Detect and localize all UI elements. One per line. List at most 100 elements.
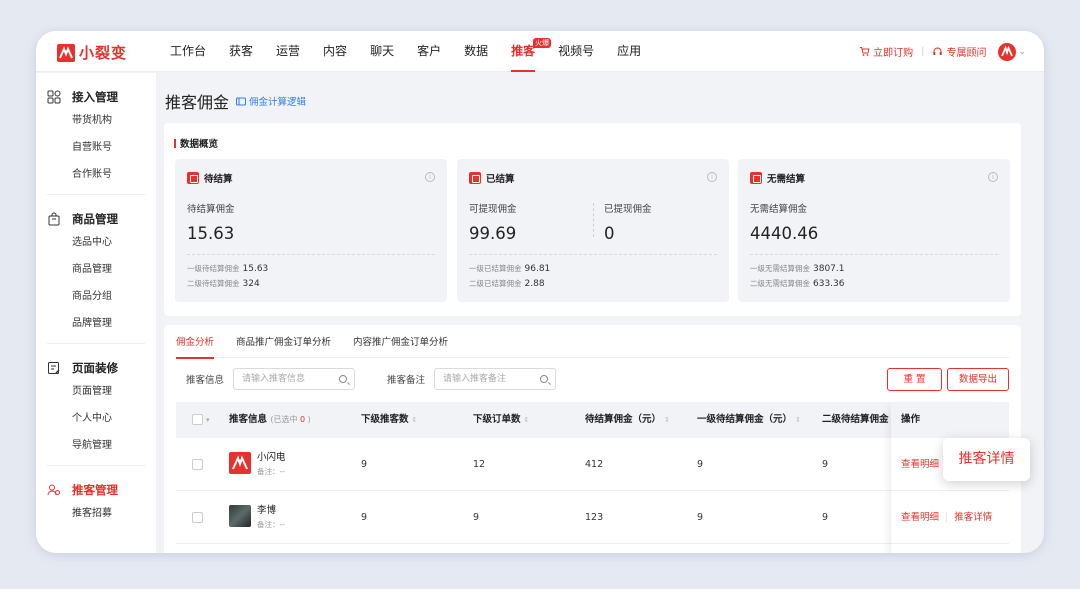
sidebar-item-agency[interactable]: 带货机构 [36,107,156,134]
app-window: 小裂变 工作台 获客 运营 内容 聊天 客户 数据 推客 火爆 视频号 应用 立… [36,31,1044,553]
ops-cell: 查看明细 [901,438,939,491]
stat-title: 无需结算 [767,171,805,185]
metric-value: 0 [604,224,652,243]
subscribe-link[interactable]: 立即订购 [859,44,913,59]
advisor-link[interactable]: 专属顾问 [932,44,986,59]
analysis-card: 佣金分析 商品推广佣金订单分析 内容推广佣金订单分析 推客信息 请输入推客信息 … [164,325,1021,553]
nav-item-promoter[interactable]: 推客 火爆 [511,31,535,72]
view-detail-link[interactable]: 查看明细 [901,512,939,523]
col-promoter-info-label: 推客信息 [229,414,267,425]
nav-item-promoter-label: 推客 [511,44,535,58]
nav-item-apps[interactable]: 应用 [617,31,641,72]
sort-icon[interactable]: ⇕ [795,416,801,424]
sidebar-group-access: 接入管理 带货机构 自营账号 合作账号 [36,73,156,195]
cell-sub-count: 9 [361,438,367,491]
tab-content-order-analysis[interactable]: 内容推广佣金订单分析 [353,325,448,358]
page-title: 推客佣金 [165,89,229,113]
calc-logic-link[interactable]: 佣金计算逻辑 [236,94,306,108]
nav-item-content[interactable]: 内容 [323,31,347,72]
sidebar-item-brand-manage[interactable]: 品牌管理 [36,310,156,337]
cell-level1: 9 [697,438,703,491]
sort-icon[interactable]: ⇕ [412,416,418,424]
cell-pending: 412 [585,438,603,491]
nav-item-data[interactable]: 数据 [464,31,488,72]
info-icon[interactable]: i [988,172,998,182]
metric: 已提现佣金 0 [604,201,652,243]
sub-stat-value: 633.36 [813,279,845,289]
row-checkbox[interactable] [192,512,203,523]
metric-value: 4440.46 [750,224,818,243]
sidebar-head-label: 接入管理 [72,89,118,105]
nav-item-acquire[interactable]: 获客 [229,31,253,72]
search-icon [339,375,347,383]
reset-button[interactable]: 重 置 [887,368,942,391]
sub-stat: 一级待结算佣金15.63 [187,263,268,274]
col-sub-orders[interactable]: 下级订单数⇕ [473,402,529,438]
nav-item-channels[interactable]: 视频号 [558,31,594,72]
overview-card: 数据概览 待结算 i 待结算佣金 15.63 一级待结算佣金15.63 二级待结… [164,123,1021,316]
sidebar-item-selection-center[interactable]: 选品中心 [36,229,156,256]
promoter-detail-link[interactable]: 推客详情 [954,512,992,523]
metric-label: 已提现佣金 [604,201,652,215]
sidebar-head-goods[interactable]: 商品管理 [36,209,156,229]
sidebar-head-promoter[interactable]: 推客管理 [36,480,156,500]
sidebar-item-page-manage[interactable]: 页面管理 [36,378,156,405]
analysis-tabs: 佣金分析 商品推广佣金订单分析 内容推广佣金订单分析 [176,325,1009,358]
sub-stat-label: 二级待结算佣金 [187,279,240,288]
subscribe-label: 立即订购 [873,44,913,59]
stat-box-no-settle: 无需结算 i 无需结算佣金 4440.46 一级无需结算佣金3807.1 二级无… [738,159,1010,302]
info-icon[interactable]: i [425,172,435,182]
sidebar-item-partner-account[interactable]: 合作账号 [36,161,156,188]
tab-goods-order-analysis[interactable]: 商品推广佣金订单分析 [236,325,331,358]
promoter-name: 小闪电 [257,452,286,464]
logo-icon [57,44,75,62]
promoter-note: 备注：-- [257,466,286,478]
stat-title: 待结算 [204,171,233,185]
row-checkbox[interactable] [192,459,203,470]
sub-stat: 一级无需结算佣金3807.1 [750,263,845,274]
promoter-text: 小闪电 备注：-- [257,452,286,478]
col-sub-count[interactable]: 下级推客数⇕ [361,402,417,438]
promoter-info-input[interactable]: 请输入推客信息 [233,368,355,390]
sidebar-item-nav-manage[interactable]: 导航管理 [36,432,156,459]
cell-level2: 9 [822,438,828,491]
col-pending[interactable]: 待结算佣金（元）⇕ [585,402,670,438]
sidebar-item-self-account[interactable]: 自营账号 [36,134,156,161]
view-detail-link[interactable]: 查看明细 [901,459,939,470]
sidebar-item-goods-group[interactable]: 商品分组 [36,283,156,310]
col-level2: 二级待结算佣金 [822,402,889,438]
top-right-actions: 立即订购 | 专属顾问 ⌄ [859,31,1026,72]
promoter-note-input[interactable]: 请输入推客备注 [434,368,556,390]
sidebar-head-access[interactable]: 接入管理 [36,87,156,107]
chevron-down-icon[interactable]: ⌄ [1018,47,1026,57]
app-logo[interactable]: 小裂变 [57,42,127,63]
sidebar-item-goods-manage[interactable]: 商品管理 [36,256,156,283]
col-pending-label: 待结算佣金（元） [585,414,661,425]
nav-item-chat[interactable]: 聊天 [370,31,394,72]
user-avatar[interactable] [998,43,1016,61]
export-button[interactable]: 数据导出 [947,368,1009,391]
sort-icon[interactable]: ⇕ [524,416,530,424]
sort-icon[interactable]: ⇕ [664,416,670,424]
sidebar-item-recruit[interactable]: 推客招募 [36,500,156,527]
nav-item-customer[interactable]: 客户 [417,31,441,72]
promoter-note-placeholder: 请输入推客备注 [443,374,506,384]
cell-level1: 9 [697,491,703,544]
tab-commission-analysis[interactable]: 佣金分析 [176,325,214,358]
promoter-detail-popup-button[interactable]: 推客详情 [943,438,1030,481]
sidebar-head-decor[interactable]: 页面装修 [36,358,156,378]
col-level1[interactable]: 一级待结算佣金（元）⇕ [697,402,801,438]
sidebar-item-personal-center[interactable]: 个人中心 [36,405,156,432]
metric-label: 无需结算佣金 [750,201,818,215]
nav-item-workbench[interactable]: 工作台 [170,31,206,72]
app-name: 小裂变 [79,42,127,63]
promoter-text: 李博 备注：-- [257,505,285,531]
info-icon[interactable]: i [707,172,717,182]
select-dropdown-icon[interactable]: ▾ [206,402,210,438]
bag-icon [47,212,61,226]
nav-item-operate[interactable]: 运营 [276,31,300,72]
sub-stat-value: 2.88 [525,279,545,289]
metric-label: 可提现佣金 [469,201,517,215]
select-all-checkbox[interactable] [192,414,203,425]
top-divider: | [921,46,924,57]
